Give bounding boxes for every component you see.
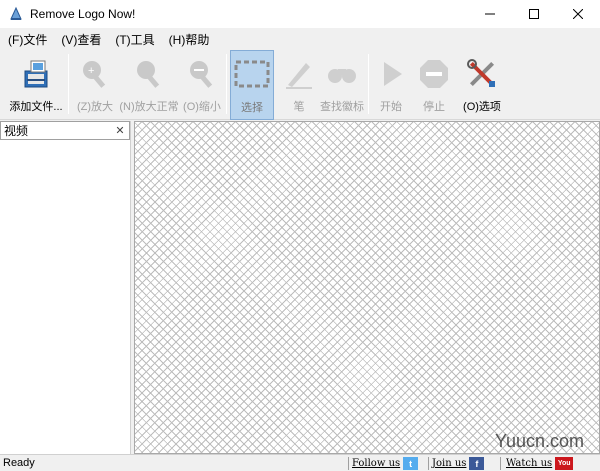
watermark-text: Yuucn.com	[494, 431, 584, 451]
maximize-icon	[529, 9, 539, 19]
zoom-out-icon	[182, 54, 222, 94]
status-divider	[428, 457, 429, 470]
zoom-normal-button[interactable]: (N)放大正常	[118, 50, 180, 120]
toolbar-separator	[368, 54, 369, 114]
join-us-link[interactable]: Join us f	[432, 456, 485, 471]
video-canvas[interactable]	[134, 121, 600, 454]
video-panel: 视频 ✕	[0, 121, 131, 454]
menu-file[interactable]: (F)文件	[8, 31, 47, 48]
watch-us-link[interactable]: Watch us You	[506, 456, 574, 471]
svg-text:+: +	[88, 65, 94, 77]
status-bar: Ready Follow us t Join us f Watch us You	[0, 454, 600, 471]
select-marquee-icon	[232, 55, 272, 95]
add-file-button[interactable]: 添加文件...	[6, 50, 66, 120]
pen-tool-button[interactable]: 笔	[280, 50, 318, 120]
status-divider	[348, 457, 349, 470]
play-icon	[371, 54, 411, 94]
menu-view[interactable]: (V)查看	[61, 31, 101, 48]
close-icon	[573, 9, 583, 19]
options-button[interactable]: (O)选项	[458, 50, 506, 120]
panel-close-icon[interactable]: ✕	[113, 124, 127, 137]
video-panel-header: 视频 ✕	[0, 121, 130, 140]
menu-bar: (F)文件 (V)查看 (T)工具 (H)帮助	[0, 28, 600, 50]
app-icon	[10, 6, 22, 20]
tools-options-icon	[462, 54, 502, 94]
start-button[interactable]: 开始	[372, 50, 410, 120]
toolbar: 添加文件... + (Z)放大 (N)放大正常 (O)缩小 选择 笔 查找徽标 …	[0, 50, 600, 120]
youtube-icon: You	[555, 457, 574, 470]
add-file-icon	[16, 54, 56, 94]
zoom-in-button[interactable]: + (Z)放大	[72, 50, 118, 120]
pen-icon	[279, 54, 319, 94]
select-tool-button[interactable]: 选择	[230, 50, 274, 120]
minimize-icon	[485, 13, 495, 15]
menu-tools[interactable]: (T)工具	[115, 31, 154, 48]
status-text: Ready	[3, 457, 35, 469]
title-bar: Remove Logo Now!	[0, 0, 600, 28]
toolbar-separator	[226, 54, 227, 114]
follow-us-link[interactable]: Follow us t	[352, 456, 419, 471]
menu-help[interactable]: (H)帮助	[169, 31, 210, 48]
find-logo-button[interactable]: 查找徽标	[318, 50, 366, 120]
zoom-in-icon: +	[75, 54, 115, 94]
close-button[interactable]	[556, 0, 600, 28]
video-panel-title: 视频	[4, 124, 29, 138]
toolbar-separator	[68, 54, 69, 114]
stop-icon	[414, 54, 454, 94]
minimize-button[interactable]	[468, 0, 512, 28]
stop-button[interactable]: 停止	[414, 50, 454, 120]
window-title: Remove Logo Now!	[30, 7, 136, 21]
zoom-normal-icon	[129, 54, 169, 94]
twitter-icon: t	[403, 457, 419, 470]
facebook-icon: f	[469, 457, 485, 470]
binoculars-icon	[322, 54, 362, 94]
maximize-button[interactable]	[512, 0, 556, 28]
zoom-out-button[interactable]: (O)缩小	[180, 50, 224, 120]
status-divider	[500, 457, 501, 470]
